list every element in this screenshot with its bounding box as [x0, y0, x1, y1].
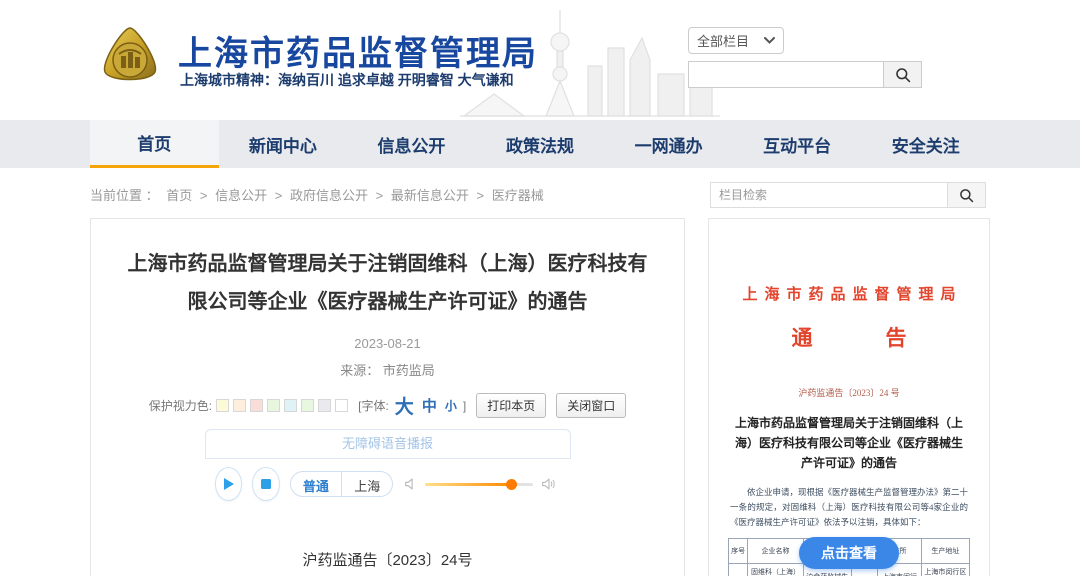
print-page-button[interactable]: 打印本页 [476, 393, 546, 418]
td-company: 固维科（上海）医疗科技有限公司 [748, 564, 803, 576]
document-number: 沪药监通告〔2023〕24号 [91, 549, 684, 570]
chevron-down-icon [764, 37, 775, 44]
eye-color-swatch-2[interactable] [233, 399, 246, 412]
eye-color-swatch-3[interactable] [250, 399, 263, 412]
eye-color-swatch-8[interactable] [335, 399, 348, 412]
column-search-input[interactable] [710, 182, 948, 208]
font-size-small[interactable]: 小 [445, 397, 457, 414]
language-shanghainese[interactable]: 上海话 [341, 472, 392, 496]
eye-color-swatch-5[interactable] [284, 399, 297, 412]
header-search-input[interactable] [688, 61, 884, 88]
notice-doc-type: 通 告 [709, 322, 989, 352]
breadcrumb-separator: > [476, 188, 484, 203]
category-dropdown-value: 全部栏目 [697, 31, 749, 50]
main-navigation: 首页 新闻中心 信息公开 政策法规 一网通办 互动平台 安全关注 [0, 120, 1080, 168]
category-dropdown[interactable]: 全部栏目 [688, 27, 784, 54]
article-source: 来源： 市药监局 [91, 360, 684, 379]
agency-logo[interactable] [95, 24, 165, 94]
close-window-button[interactable]: 关闭窗口 [556, 393, 626, 418]
stop-button[interactable] [252, 467, 280, 501]
breadcrumb-info-disclosure[interactable]: 信息公开 [215, 188, 267, 203]
nav-item-info-disclosure[interactable]: 信息公开 [347, 120, 476, 168]
breadcrumb-medical-devices[interactable]: 医疗器械 [492, 188, 544, 203]
eye-color-swatch-7[interactable] [318, 399, 331, 412]
nav-item-safety[interactable]: 安全关注 [861, 120, 990, 168]
breadcrumb-separator: > [275, 188, 283, 203]
nav-item-home[interactable]: 首页 [90, 120, 219, 168]
td-production-site: 上海市闵行区三鲁路 688 号 2 幢 [921, 564, 969, 576]
column-search-button[interactable] [947, 182, 986, 208]
volume-high-icon [541, 477, 557, 491]
notice-doc-number: 沪药监通告〔2023〕24 号 [709, 386, 989, 399]
accessibility-audio-player: 无障碍语音播报 普通话 上海话 [205, 429, 571, 505]
breadcrumb-label: 当前位置 ： [90, 188, 159, 203]
font-size-label-open: [字体: [358, 397, 389, 414]
eye-color-swatch-6[interactable] [301, 399, 314, 412]
play-icon [221, 477, 235, 491]
breadcrumb-separator: > [376, 188, 384, 203]
click-to-view-button[interactable]: 点击查看 [799, 537, 899, 569]
notice-agency-name: 上海市药品监督管理局 [709, 283, 989, 304]
header-search-button[interactable] [883, 61, 922, 88]
breadcrumb-gov-info[interactable]: 政府信息公开 [290, 188, 368, 203]
eye-color-swatch-4[interactable] [267, 399, 280, 412]
article-toolbar: 保护视力色: [字体: 大 中 小 ] 打印本页 关闭窗口 [91, 392, 684, 419]
th-production-site: 生产地址 [921, 539, 969, 564]
notice-paragraph: 依企业申请，现根据《医疗器械生产监督管理办法》第二十一条的规定，对固维科（上海）… [730, 485, 968, 530]
nav-item-policies[interactable]: 政策法规 [476, 120, 605, 168]
breadcrumb: 当前位置 ： 首页 > 信息公开 > 政府信息公开 > 最新信息公开 > 医疗器… [90, 185, 548, 204]
article-title: 上海市药品监督管理局关于注销固维科（上海）医疗科技有限公司等企业《医疗器械生产许… [125, 245, 650, 321]
volume-low-icon [404, 477, 417, 491]
th-index: 序号 [729, 539, 748, 564]
nav-item-online-services[interactable]: 一网通办 [604, 120, 733, 168]
site-header: 上海市药品监督管理局 上海城市精神：海纳百川 追求卓越 开明睿智 大气谦和 全部… [0, 0, 1080, 120]
volume-control [404, 477, 557, 491]
city-spirit-slogan: 上海城市精神：海纳百川 追求卓越 开明睿智 大气谦和 [180, 70, 514, 90]
language-mandarin[interactable]: 普通话 [291, 472, 341, 496]
volume-slider-thumb[interactable] [506, 479, 517, 490]
article-panel: 上海市药品监督管理局关于注销固维科（上海）医疗科技有限公司等企业《医疗器械生产许… [90, 218, 685, 576]
nav-item-news[interactable]: 新闻中心 [219, 120, 348, 168]
th-company: 企业名称 [748, 539, 803, 564]
volume-slider[interactable] [425, 483, 533, 486]
search-icon [895, 67, 911, 83]
td-index: 1 [729, 564, 748, 576]
font-size-medium[interactable]: 中 [422, 395, 437, 416]
audio-player-title: 无障碍语音播报 [205, 429, 571, 459]
play-button[interactable] [215, 467, 243, 501]
search-icon [959, 188, 974, 203]
notice-title: 上海市药品监督管理局关于注销固维科（上海）医疗科技有限公司等企业《医疗器械生产许… [731, 413, 967, 473]
volume-fill [425, 483, 511, 486]
eye-protect-label: 保护视力色: [149, 397, 212, 414]
breadcrumb-home[interactable]: 首页 [166, 188, 192, 203]
font-size-label-close: ] [463, 399, 466, 413]
language-toggle: 普通话 上海话 [290, 471, 394, 497]
font-size-large[interactable]: 大 [395, 392, 414, 419]
breadcrumb-latest-info[interactable]: 最新信息公开 [391, 188, 469, 203]
eye-color-swatch-1[interactable] [216, 399, 229, 412]
nav-item-interaction[interactable]: 互动平台 [733, 120, 862, 168]
notice-preview-panel: 上海市药品监督管理局 通 告 沪药监通告〔2023〕24 号 上海市药品监督管理… [708, 218, 990, 576]
stop-icon [260, 478, 272, 490]
article-date: 2023-08-21 [91, 336, 684, 351]
agency-name: 上海市药品监督管理局 [178, 26, 538, 75]
breadcrumb-separator: > [200, 188, 208, 203]
